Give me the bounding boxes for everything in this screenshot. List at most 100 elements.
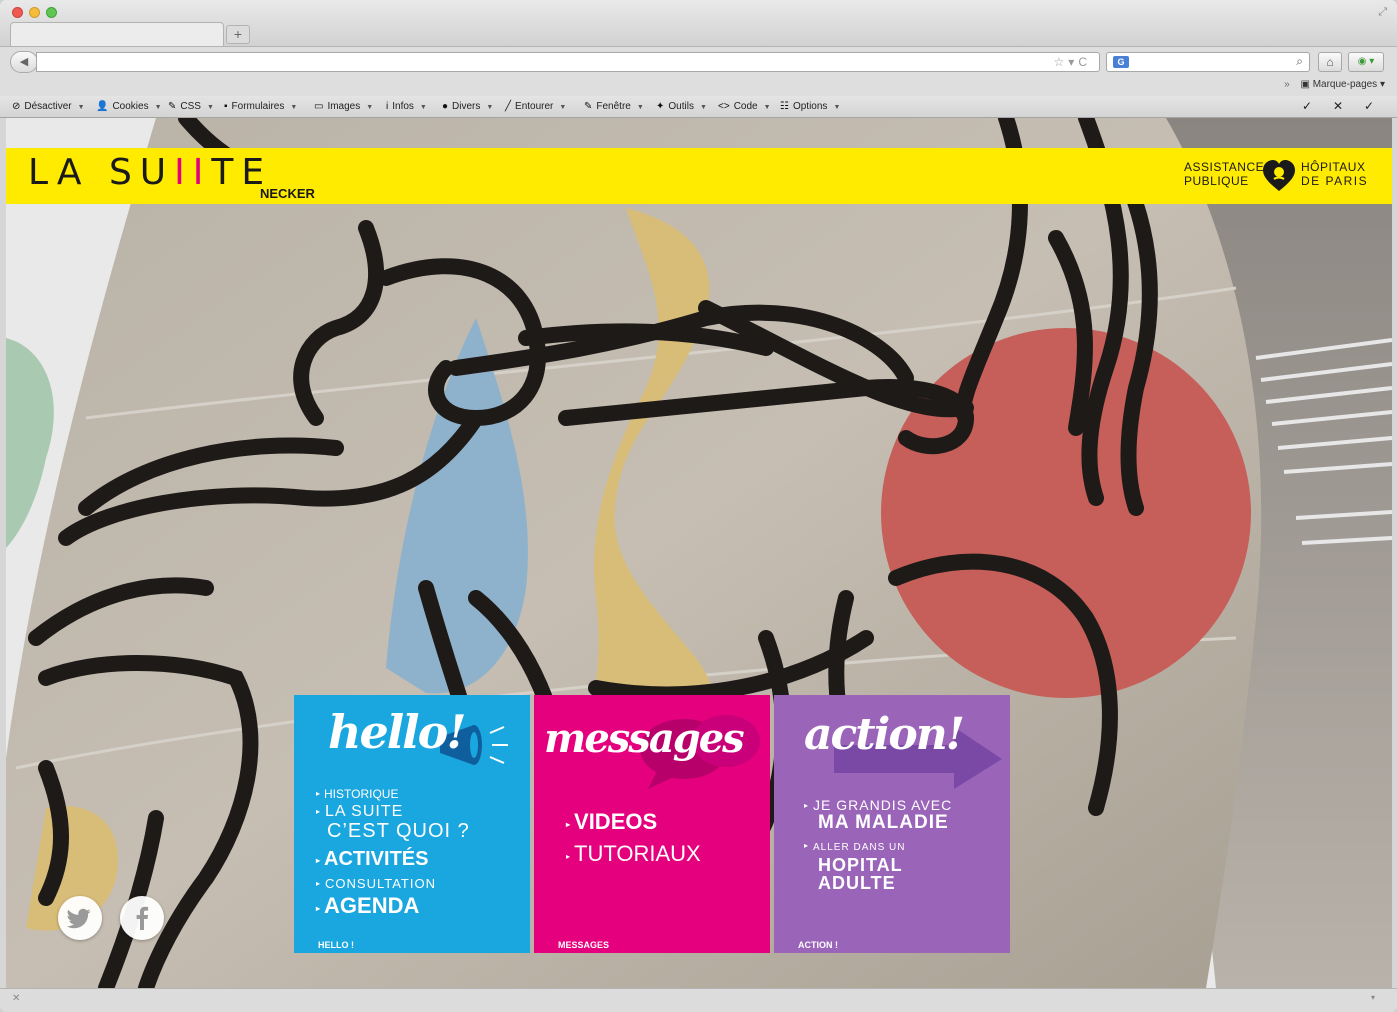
- close-window-button[interactable]: [12, 7, 23, 18]
- web-developer-toolbar: ⊘ Désactiver ▼ 👤 Cookies ▼ ✎ CSS ▼ ▪ Formulaires ▼ ▭…: [0, 96, 1397, 118]
- link-historique[interactable]: ▸ HISTORIQUE: [316, 787, 398, 801]
- devbar-window-icon: ✎: [584, 101, 593, 112]
- search-engine-icon[interactable]: G: [1113, 56, 1129, 68]
- link-tutoriaux[interactable]: ▸ TUTORIAUX: [566, 841, 701, 867]
- devbar-css-menu[interactable]: ✎ CSS ▼: [168, 101, 214, 112]
- close-icon[interactable]: ✕: [12, 993, 20, 1004]
- link-la-suite[interactable]: ▸ LA SUITE: [316, 803, 403, 821]
- triangle-right-icon: ▸: [566, 852, 571, 861]
- link-tutoriaux-label: TUTORIAUX: [574, 841, 701, 866]
- devbar-window-menu[interactable]: ✎ Fenêtre ▼: [584, 101, 644, 112]
- chevron-down-icon[interactable]: ▾: [1380, 79, 1385, 90]
- address-bar[interactable]: ☆▾C: [36, 52, 1100, 72]
- link-activites[interactable]: ▸ ACTIVITÉS: [316, 848, 428, 871]
- hello-card[interactable]: hello! ▸ HISTORIQUE ▸ LA SUITE C’EST QUOI …: [294, 695, 530, 953]
- link-activites-label: ACTIVITÉS: [324, 848, 429, 870]
- triangle-right-icon: ▸: [316, 879, 322, 888]
- bookmarks-menu[interactable]: » ▣ Marque-pages ▾: [1284, 79, 1385, 90]
- hello-footer: HELLO !: [318, 940, 354, 950]
- messages-card[interactable]: messages ▸ VIDEOS ▸ TUTORIAUX MESSAGES: [534, 695, 770, 953]
- devbar-infos-label: Infos: [392, 101, 414, 112]
- chevron-down-icon[interactable]: ▾: [1371, 993, 1375, 1002]
- devbar-misc-label: Divers: [452, 101, 481, 112]
- devbar-code-menu[interactable]: <> Code ▼: [718, 101, 771, 112]
- aphp-logo[interactable]: ASSISTANCE PUBLIQUE HÔPITAUX DE PARIS: [1184, 159, 1378, 195]
- facebook-button[interactable]: [120, 896, 164, 940]
- action-footer: ACTION !: [798, 940, 838, 950]
- link-cest-quoi[interactable]: C’EST QUOI ?: [327, 820, 470, 843]
- triangle-right-icon: ▸: [316, 856, 321, 865]
- navigation-bar: ◀ ☆▾C G ⌕ ⌂ ◉ ▾: [0, 46, 1397, 76]
- back-button[interactable]: ◀: [10, 51, 38, 73]
- browser-tab[interactable]: [10, 22, 224, 46]
- search-input[interactable]: G ⌕: [1106, 52, 1310, 72]
- aphp-heart-icon: [1263, 160, 1295, 191]
- chevron-down-icon: ▼: [699, 104, 707, 111]
- triangle-right-icon: ▸: [316, 789, 321, 798]
- devbar-disable-label: Désactiver: [24, 101, 72, 112]
- zoom-window-button[interactable]: [46, 7, 57, 18]
- link-adulte[interactable]: ADULTE: [818, 873, 896, 894]
- devbar-misc-menu[interactable]: ● Divers ▼: [442, 101, 493, 112]
- action-card[interactable]: action! ▸ JE GRANDIS AVEC MA MALADIE ▸ ALL…: [774, 695, 1010, 953]
- devbar-close-icon[interactable]: ✕: [1333, 99, 1343, 113]
- twitter-button[interactable]: [58, 896, 102, 940]
- devbar-tools-menu[interactable]: ✦ Outils ▼: [656, 101, 707, 112]
- logo-text-start: LA SU: [28, 152, 175, 193]
- devbar-images-menu[interactable]: ▭ Images ▼: [314, 101, 373, 112]
- new-tab-button[interactable]: +: [226, 25, 250, 44]
- devbar-options-menu[interactable]: ☷ Options ▼: [780, 101, 840, 112]
- devbar-check-icon[interactable]: ✓: [1364, 99, 1374, 113]
- hello-title: hello!: [328, 705, 467, 759]
- home-button[interactable]: ⌂: [1318, 52, 1342, 72]
- devbar-css-icon: ✎: [168, 101, 177, 112]
- bookmarks-label[interactable]: Marque-pages: [1313, 79, 1377, 90]
- devbar-code-label: Code: [733, 101, 758, 112]
- devbar-options-icon: ☷: [780, 101, 789, 112]
- chevron-down-icon: ▼: [419, 104, 427, 111]
- devbar-images-label: Images: [327, 101, 361, 112]
- link-consultation[interactable]: ▸ CONSULTATION: [316, 876, 436, 891]
- title-bar: + ⤢: [0, 0, 1397, 46]
- devbar-forms-label: Formulaires: [231, 101, 285, 112]
- site-logo[interactable]: LA SUIITE: [28, 152, 272, 193]
- link-ma-maladie[interactable]: MA MALADIE: [818, 812, 949, 834]
- chevron-down-icon: ▼: [636, 104, 644, 111]
- chevron-down-icon: ▼: [559, 104, 567, 111]
- triangle-right-icon: ▸: [316, 807, 322, 816]
- bookmark-star-icon[interactable]: ☆▾C: [1054, 55, 1091, 69]
- fullscreen-icon[interactable]: ⤢: [1378, 6, 1387, 19]
- addon-button[interactable]: ◉ ▾: [1348, 52, 1384, 72]
- devbar-infos-menu[interactable]: i Infos ▼: [386, 101, 427, 112]
- link-videos-label: VIDEOS: [574, 809, 658, 834]
- devbar-window-label: Fenêtre: [596, 101, 631, 112]
- link-adulte-label: ADULTE: [818, 873, 896, 893]
- devbar-tools-label: Outils: [668, 101, 694, 112]
- search-icon[interactable]: ⌕: [1296, 54, 1303, 69]
- link-agenda-label: AGENDA: [324, 893, 420, 918]
- minimize-window-button[interactable]: [29, 7, 40, 18]
- devbar-code-icon: <>: [718, 101, 730, 112]
- devbar-cookies-menu[interactable]: 👤 Cookies ▼: [96, 101, 162, 112]
- devbar-infos-icon: i: [386, 101, 389, 112]
- site-header: LA SUIITE NECKER ASSISTANCE PUBLIQUE HÔP…: [6, 148, 1392, 204]
- link-agenda[interactable]: ▸ AGENDA: [316, 893, 419, 919]
- devbar-disable-menu[interactable]: ⊘ Désactiver ▼: [12, 101, 85, 112]
- link-videos[interactable]: ▸ VIDEOS: [566, 809, 657, 835]
- aphp-line2-right: DE PARIS: [1301, 174, 1369, 188]
- link-ma-maladie-label: MA MALADIE: [818, 812, 949, 833]
- browser-window: + ⤢ ◀ ☆▾C G ⌕ ⌂ ◉ ▾ » ▣ Marque-pages ▾ ⊘…: [0, 0, 1397, 1012]
- devbar-outline-label: Entourer: [515, 101, 554, 112]
- link-aller-dans-un[interactable]: ▸ ALLER DANS UN: [804, 841, 905, 853]
- link-cest-quoi-label: C’EST QUOI ?: [327, 820, 470, 842]
- logo-subtitle: NECKER: [260, 186, 315, 201]
- devbar-outline-menu[interactable]: ╱ Entourer ▼: [505, 101, 566, 112]
- devbar-forms-menu[interactable]: ▪ Formulaires ▼: [224, 101, 297, 112]
- logo-text-accent: II: [174, 152, 212, 193]
- chevron-down-icon: ▼: [833, 104, 841, 111]
- chevron-down-icon: ▼: [290, 104, 298, 111]
- devbar-check-icon[interactable]: ✓: [1302, 99, 1312, 113]
- twitter-icon: [66, 908, 91, 929]
- chevron-right-icon[interactable]: »: [1284, 79, 1290, 90]
- link-je-grandis[interactable]: ▸ JE GRANDIS AVEC: [804, 797, 952, 813]
